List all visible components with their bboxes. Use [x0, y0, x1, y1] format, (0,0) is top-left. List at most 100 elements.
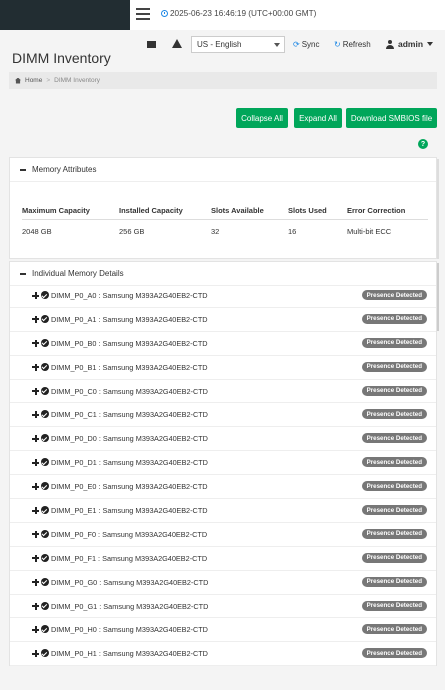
column-header: Error Correction: [347, 206, 406, 215]
check-circle-icon: [41, 529, 49, 538]
status-badge: Presence Detected: [361, 505, 427, 516]
check-circle-icon: [41, 482, 49, 491]
dimm-label: DIMM_P0_C1 : Samsung M393A2G40EB2-CTD: [51, 410, 208, 420]
dimm-label: DIMM_P0_D0 : Samsung M393A2G40EB2-CTD: [51, 434, 208, 444]
list-item[interactable]: DIMM_P0_G1 : Samsung M393A2G40EB2-CTD Pre…: [10, 595, 436, 619]
plus-icon[interactable]: [32, 507, 39, 515]
list-item[interactable]: DIMM_P0_A0 : Samsung M393A2G40EB2-CTD Pre…: [10, 284, 436, 308]
envelope-icon[interactable]: [147, 41, 156, 48]
dimm-label: DIMM_P0_G0 : Samsung M393A2G40EB2-CTD: [51, 577, 209, 587]
dimm-label: DIMM_P0_B1 : Samsung M393A2G40EB2-CTD: [51, 362, 208, 372]
plus-icon[interactable]: [32, 387, 39, 395]
check-circle-icon: [41, 625, 49, 634]
plus-icon[interactable]: [32, 411, 39, 419]
status-badge: Presence Detected: [361, 433, 427, 444]
status-badge: Presence Detected: [361, 481, 427, 492]
list-item[interactable]: DIMM_P0_E0 : Samsung M393A2G40EB2-CTD Pre…: [10, 475, 436, 500]
status-badge: Presence Detected: [361, 552, 427, 563]
breadcrumb-home[interactable]: Home: [25, 77, 42, 84]
plus-icon[interactable]: [32, 459, 39, 467]
chevron-down-icon: [274, 43, 280, 47]
column-header: Installed Capacity: [119, 206, 183, 215]
menu-icon[interactable]: [136, 8, 150, 20]
list-item[interactable]: DIMM_P0_B1 : Samsung M393A2G40EB2-CTD Pre…: [10, 356, 436, 380]
check-circle-icon: [41, 291, 49, 299]
list-item[interactable]: DIMM_P0_B0 : Samsung M393A2G40EB2-CTD Pre…: [10, 332, 436, 356]
plus-icon[interactable]: [32, 339, 39, 347]
list-item[interactable]: DIMM_P0_C1 : Samsung M393A2G40EB2-CTD Pre…: [10, 403, 436, 428]
breadcrumb: Home > DIMM Inventory: [9, 72, 437, 89]
check-circle-icon: [41, 601, 49, 610]
minus-icon: [20, 272, 26, 275]
status-badge: Presence Detected: [361, 409, 427, 420]
check-circle-icon: [41, 410, 49, 419]
individual-memory-header[interactable]: Individual Memory Details: [10, 262, 436, 286]
plus-icon[interactable]: [32, 483, 39, 491]
plus-icon[interactable]: [32, 530, 39, 538]
help-icon[interactable]: ?: [418, 139, 428, 149]
check-circle-icon: [41, 458, 49, 467]
list-item[interactable]: DIMM_P0_E1 : Samsung M393A2G40EB2-CTD Pre…: [10, 499, 436, 523]
status-badge: Presence Detected: [361, 361, 427, 372]
scrollbar[interactable]: [437, 263, 439, 331]
dimm-label: DIMM_P0_E1 : Samsung M393A2G40EB2-CTD: [51, 506, 208, 516]
status-badge: Presence Detected: [361, 600, 427, 611]
list-item[interactable]: DIMM_P0_F1 : Samsung M393A2G40EB2-CTD Pre…: [10, 547, 436, 571]
plus-icon[interactable]: [32, 602, 39, 610]
dimm-label: DIMM_P0_H0 : Samsung M393A2G40EB2-CTD: [51, 625, 208, 635]
list-item[interactable]: DIMM_P0_H0 : Samsung M393A2G40EB2-CTD Pre…: [10, 618, 436, 643]
sync-button[interactable]: ⟳ Sync: [293, 40, 320, 49]
list-item[interactable]: DIMM_P0_D0 : Samsung M393A2G40EB2-CTD Pre…: [10, 427, 436, 452]
warning-icon[interactable]: [172, 39, 182, 48]
status-badge: Presence Detected: [361, 313, 427, 324]
list-item[interactable]: DIMM_P0_G0 : Samsung M393A2G40EB2-CTD Pre…: [10, 571, 436, 595]
individual-memory-panel: Individual Memory Details DIMM_P0_A0 : S…: [9, 261, 437, 667]
status-badge: Presence Detected: [361, 528, 427, 539]
check-circle-icon: [41, 649, 49, 658]
breadcrumb-current: DIMM Inventory: [54, 77, 101, 84]
sync-icon: ⟳: [293, 40, 300, 49]
scrollbar[interactable]: [437, 159, 439, 259]
status-badge: Presence Detected: [361, 624, 427, 635]
dimm-label: DIMM_P0_A0 : Samsung M393A2G40EB2-CTD: [51, 291, 208, 300]
check-circle-icon: [41, 386, 49, 395]
refresh-label: Refresh: [342, 40, 371, 49]
table-cell: 256 GB: [119, 226, 145, 236]
minus-icon: [20, 168, 26, 171]
dimm-label: DIMM_P0_E0 : Samsung M393A2G40EB2-CTD: [51, 482, 208, 492]
list-item[interactable]: DIMM_P0_C0 : Samsung M393A2G40EB2-CTD Pre…: [10, 380, 436, 404]
plus-icon[interactable]: [32, 363, 39, 371]
plus-icon[interactable]: [32, 292, 39, 299]
expand-all-button[interactable]: Expand All: [294, 108, 342, 128]
check-circle-icon: [41, 553, 49, 562]
list-item[interactable]: DIMM_P0_H1 : Samsung M393A2G40EB2-CTD Pre…: [10, 642, 436, 667]
plus-icon[interactable]: [32, 650, 39, 658]
memory-attributes-header[interactable]: Memory Attributes: [10, 158, 436, 182]
plus-icon[interactable]: [32, 435, 39, 443]
plus-icon[interactable]: [32, 554, 39, 562]
collapse-all-button[interactable]: Collapse All: [236, 108, 288, 128]
dimm-label: DIMM_P0_B0 : Samsung M393A2G40EB2-CTD: [51, 338, 208, 348]
check-circle-icon: [41, 338, 49, 347]
download-smbios-button[interactable]: Download SMBIOS file: [346, 108, 437, 128]
dimm-label: DIMM_P0_G1 : Samsung M393A2G40EB2-CTD: [51, 601, 209, 611]
language-select[interactable]: US - English: [191, 36, 285, 53]
table-cell: 32: [211, 226, 220, 236]
plus-icon[interactable]: [32, 626, 39, 634]
plus-icon[interactable]: [32, 578, 39, 586]
dimm-label: DIMM_P0_A1 : Samsung M393A2G40EB2-CTD: [51, 314, 208, 324]
top-navbar: 2025-06-23 16:46:19 (UTC+00:00 GMT): [0, 0, 445, 30]
plus-icon[interactable]: [32, 315, 39, 323]
dimm-label: DIMM_P0_C0 : Samsung M393A2G40EB2-CTD: [51, 386, 208, 396]
table-cell: Multi-bit ECC: [347, 226, 392, 236]
list-item[interactable]: DIMM_P0_A1 : Samsung M393A2G40EB2-CTD Pre…: [10, 308, 436, 332]
user-menu[interactable]: admin: [386, 39, 434, 49]
list-item[interactable]: DIMM_P0_F0 : Samsung M393A2G40EB2-CTD Pre…: [10, 523, 436, 547]
sync-label: Sync: [301, 40, 320, 49]
breadcrumb-separator: >: [46, 77, 51, 84]
refresh-button[interactable]: ↻ Refresh: [334, 40, 371, 49]
memory-attributes-panel: Memory Attributes Maximum Capacity Insta…: [9, 157, 437, 259]
check-circle-icon: [41, 506, 49, 515]
datetime-text: 2025-06-23 16:46:19 (UTC+00:00 GMT): [170, 9, 317, 18]
list-item[interactable]: DIMM_P0_D1 : Samsung M393A2G40EB2-CTD Pre…: [10, 451, 436, 476]
